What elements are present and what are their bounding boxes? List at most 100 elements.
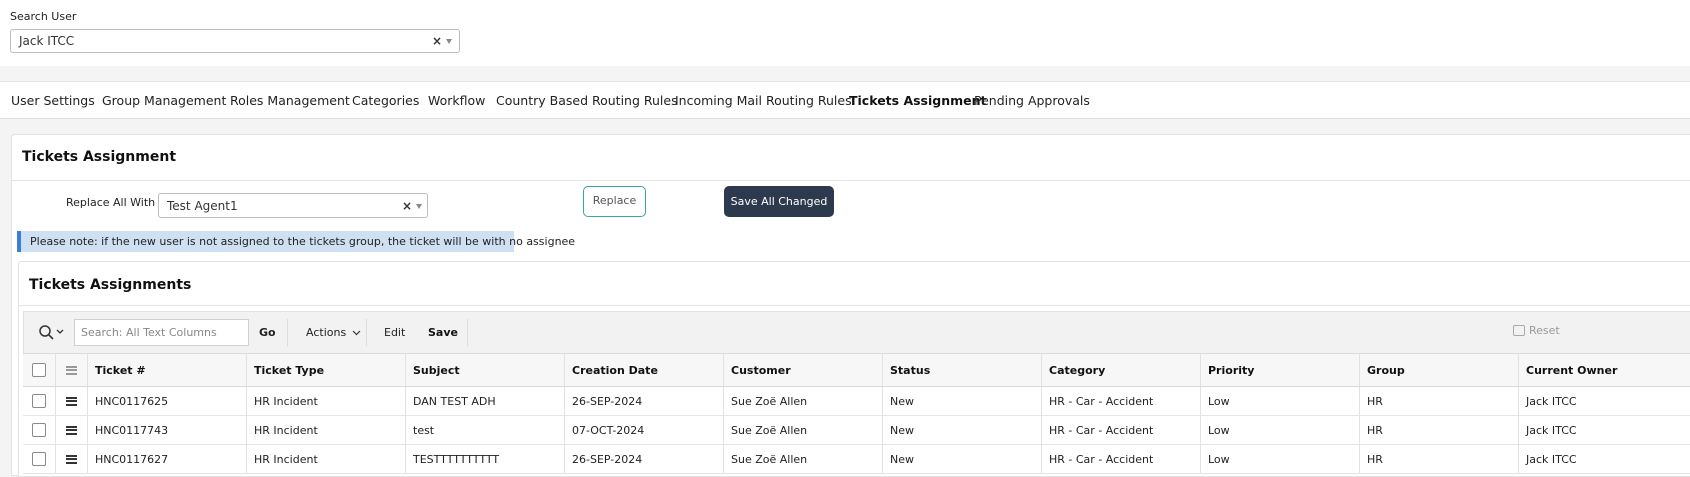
table-cell: Sue Zoë Allen (723, 387, 882, 415)
column-header[interactable]: Ticket Type (246, 354, 405, 386)
table-cell: HR (1359, 445, 1518, 473)
panel-title: Tickets Assignment (22, 149, 177, 165)
table-cell: HNC0117627 (87, 445, 246, 473)
row-actions-header (55, 354, 87, 386)
select-all-cell (23, 354, 55, 386)
divider (287, 319, 288, 346)
column-header[interactable]: Group (1359, 354, 1518, 386)
edit-button[interactable]: Edit (384, 326, 405, 339)
tickets-assignment-panel: Tickets Assignment Replace All With Test… (11, 134, 1690, 477)
clear-icon[interactable]: × (432, 34, 442, 48)
column-header[interactable]: Priority (1200, 354, 1359, 386)
column-header[interactable]: Subject (405, 354, 564, 386)
tab-categories[interactable]: Categories (352, 93, 419, 108)
column-header[interactable]: Category (1041, 354, 1200, 386)
divider (19, 305, 1690, 306)
clear-icon[interactable]: × (402, 199, 412, 213)
column-header[interactable]: Status (882, 354, 1041, 386)
grid-toolbar: Search: All Text Columns Go Actions Edit… (23, 311, 1690, 353)
save-all-changed-button[interactable]: Save All Changed (724, 186, 834, 217)
chevron-down-icon[interactable] (416, 204, 422, 209)
go-button[interactable]: Go (259, 326, 276, 339)
table-cell: HR - Car - Accident (1041, 387, 1200, 415)
column-header[interactable]: Customer (723, 354, 882, 386)
tab-pending-approvals[interactable]: Pending Approvals (974, 93, 1090, 108)
table-cell: TESTTTTTTTTTT (405, 445, 564, 473)
menu-icon[interactable] (66, 396, 77, 406)
replace-agent-value: Test Agent1 (167, 199, 238, 213)
reset-icon (1513, 325, 1525, 336)
table-row: HNC0117625 HR Incident DAN TEST ADH 26-S… (23, 387, 1690, 416)
select-all-checkbox[interactable] (32, 363, 46, 377)
search-icon[interactable] (38, 324, 68, 342)
replace-button[interactable]: Replace (583, 186, 646, 217)
divider (467, 319, 468, 346)
table-cell: New (882, 387, 1041, 415)
menu-icon[interactable] (66, 425, 77, 435)
table-cell: HNC0117743 (87, 416, 246, 444)
tab-incoming-mail-routing-rules[interactable]: Incoming Mail Routing Rules (675, 93, 852, 108)
table-cell: HR Incident (246, 387, 405, 415)
table-cell: New (882, 416, 1041, 444)
reset-label: Reset (1529, 324, 1560, 337)
column-header[interactable]: Creation Date (564, 354, 723, 386)
tab-user-settings[interactable]: User Settings (11, 93, 95, 108)
table-cell: 26-SEP-2024 (564, 387, 723, 415)
settings-nav: User Settings Group Management Roles Man… (0, 81, 1690, 119)
table-cell: HR - Car - Accident (1041, 445, 1200, 473)
current-owner-cell[interactable]: Jack ITCC (1518, 416, 1690, 444)
reset-button[interactable]: Reset (1513, 324, 1560, 337)
tab-country-based-routing-rules[interactable]: Country Based Routing Rules (496, 93, 678, 108)
row-checkbox[interactable] (32, 452, 46, 466)
tab-tickets-assignment[interactable]: Tickets Assignment (849, 93, 987, 108)
search-user-value: Jack ITCC (19, 34, 75, 48)
menu-icon[interactable] (66, 454, 77, 464)
current-owner-cell[interactable]: Jack ITCC (1518, 387, 1690, 415)
row-select-cell (23, 416, 55, 444)
search-user-select[interactable]: Jack ITCC × (10, 29, 460, 53)
table-cell: HR (1359, 387, 1518, 415)
replace-all-with-label: Replace All With (66, 196, 156, 209)
grid-header-row: Ticket # Ticket Type Subject Creation Da… (23, 353, 1690, 387)
row-checkbox[interactable] (32, 394, 46, 408)
table-cell: 07-OCT-2024 (564, 416, 723, 444)
table-cell: 26-SEP-2024 (564, 445, 723, 473)
table-row: HNC0117743 HR Incident test 07-OCT-2024 … (23, 416, 1690, 445)
row-checkbox[interactable] (32, 423, 46, 437)
menu-icon (66, 365, 77, 375)
column-header[interactable]: Ticket # (87, 354, 246, 386)
table-cell: DAN TEST ADH (405, 387, 564, 415)
tab-group-management[interactable]: Group Management (102, 93, 226, 108)
table-cell: HR - Car - Accident (1041, 416, 1200, 444)
table-cell: Low (1200, 416, 1359, 444)
row-actions-cell (55, 387, 87, 415)
table-cell: Sue Zoë Allen (723, 416, 882, 444)
search-input[interactable]: Search: All Text Columns (74, 319, 249, 346)
save-button[interactable]: Save (428, 326, 458, 339)
table-cell: HNC0117625 (87, 387, 246, 415)
actions-label: Actions (306, 326, 347, 339)
table-cell: Sue Zoë Allen (723, 445, 882, 473)
chevron-down-icon[interactable] (446, 39, 452, 44)
search-user-label: Search User (10, 10, 77, 23)
current-owner-cell[interactable]: Jack ITCC (1518, 445, 1690, 473)
tickets-assignments-region: Tickets Assignments Search: All Text Col… (18, 261, 1690, 477)
divider (366, 319, 367, 346)
divider (12, 180, 1690, 181)
tab-workflow[interactable]: Workflow (428, 93, 485, 108)
row-actions-cell (55, 445, 87, 473)
row-select-cell (23, 387, 55, 415)
row-actions-cell (55, 416, 87, 444)
column-header[interactable]: Current Owner (1518, 354, 1690, 386)
table-cell: New (882, 445, 1041, 473)
assignment-note: Please note: if the new user is not assi… (17, 231, 575, 252)
table-cell: Low (1200, 387, 1359, 415)
tab-roles-management[interactable]: Roles Management (230, 93, 350, 108)
chevron-down-icon (352, 330, 361, 336)
table-cell: HR Incident (246, 445, 405, 473)
table-cell: HR Incident (246, 416, 405, 444)
replace-agent-select[interactable]: Test Agent1 × (158, 193, 428, 218)
search-user-section: Search User Jack ITCC × (0, 0, 1690, 66)
table-row: HNC0117627 HR Incident TESTTTTTTTTTT 26-… (23, 445, 1690, 474)
actions-menu-button[interactable]: Actions (306, 326, 361, 339)
